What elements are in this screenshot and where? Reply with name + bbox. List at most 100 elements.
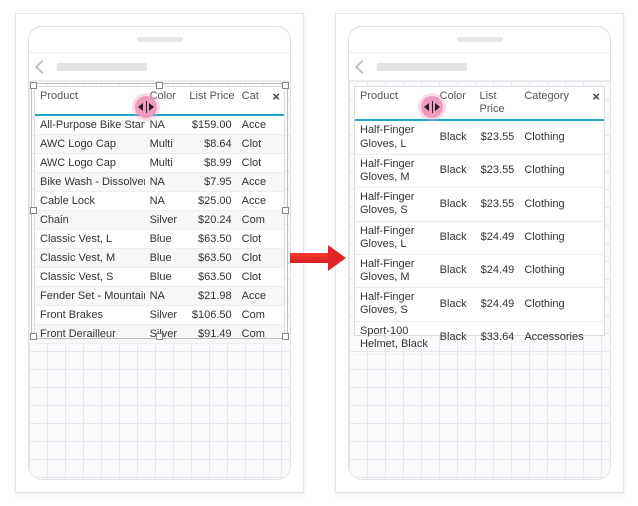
column-resize-icon[interactable] <box>421 96 443 118</box>
cell-product: Bike Wash - Dissolver <box>35 173 145 192</box>
cell-product: Fender Set - Mountain <box>35 287 145 306</box>
cell-price: $25.00 <box>184 192 236 211</box>
table-row[interactable]: Sport-100 Helmet, BlackBlack$33.64Access… <box>355 321 604 354</box>
transition-arrow-icon <box>290 248 348 268</box>
cell-cat: Acce <box>237 173 284 192</box>
cell-price: $8.99 <box>184 154 236 173</box>
back-icon[interactable] <box>355 59 369 73</box>
table-row[interactable]: Half-Finger Gloves, SBlack$24.49Clothing <box>355 288 604 321</box>
cell-cat: Com <box>237 306 284 325</box>
cell-color: Blue <box>145 230 185 249</box>
cell-product: Front Derailleur <box>35 325 145 344</box>
cell-cat: Clot <box>237 249 284 268</box>
col-header-price[interactable]: List Price <box>475 87 520 120</box>
resize-handle[interactable] <box>282 207 289 214</box>
cell-cat: Clothing <box>519 120 604 154</box>
back-icon[interactable] <box>35 59 49 73</box>
speaker-icon <box>457 37 503 42</box>
cell-product: AWC Logo Cap <box>35 135 145 154</box>
phone-frame: × Product Color List Price Category <box>348 26 611 480</box>
cell-color: Silver <box>145 306 185 325</box>
cell-price: $91.49 <box>184 325 236 344</box>
navbar <box>349 53 610 81</box>
cell-cat: Clothing <box>519 288 604 321</box>
design-preview-after: × Product Color List Price Category <box>335 13 624 493</box>
cell-cat: Clot <box>237 135 284 154</box>
cell-price: $23.55 <box>475 120 520 154</box>
resize-handle[interactable] <box>282 333 289 340</box>
cell-price: $63.50 <box>184 230 236 249</box>
col-header-category[interactable]: Category <box>519 87 604 120</box>
cell-cat: Com <box>237 325 284 344</box>
cell-color: Blue <box>145 268 185 287</box>
resize-handle[interactable] <box>30 207 37 214</box>
table-row[interactable]: Half-Finger Gloves, MBlack$24.49Clothing <box>355 254 604 287</box>
cell-color: Black <box>435 321 475 354</box>
cell-product: Half-Finger Gloves, L <box>355 221 435 254</box>
cell-color: NA <box>145 115 185 135</box>
cell-price: $106.50 <box>184 306 236 325</box>
cell-price: $7.95 <box>184 173 236 192</box>
phone-notch-area <box>349 27 610 53</box>
table-row[interactable]: Half-Finger Gloves, SBlack$23.55Clothing <box>355 188 604 221</box>
table-row[interactable]: All-Purpose Bike StandNA$159.00Acce <box>35 115 284 135</box>
col-header-category[interactable]: Cat <box>237 87 284 115</box>
cell-product: Classic Vest, L <box>35 230 145 249</box>
cell-cat: Acce <box>237 115 284 135</box>
cell-color: NA <box>145 173 185 192</box>
table-row[interactable]: ChainSilver$20.24Com <box>35 211 284 230</box>
col-header-price[interactable]: List Price <box>184 87 236 115</box>
cell-price: $23.55 <box>475 188 520 221</box>
table-row[interactable]: Half-Finger Gloves, LBlack$24.49Clothing <box>355 221 604 254</box>
cell-cat: Accessories <box>519 321 604 354</box>
cell-price: $23.55 <box>475 154 520 187</box>
table-row[interactable]: Fender Set - MountainNA$21.98Acce <box>35 287 284 306</box>
table-row[interactable]: Cable LockNA$25.00Acce <box>35 192 284 211</box>
table-row[interactable]: Classic Vest, SBlue$63.50Clot <box>35 268 284 287</box>
resize-handle[interactable] <box>156 333 163 340</box>
cell-color: Multi <box>145 154 185 173</box>
cell-cat: Clothing <box>519 188 604 221</box>
resize-handle[interactable] <box>30 333 37 340</box>
title-placeholder <box>57 63 147 71</box>
table-row[interactable]: Classic Vest, MBlue$63.50Clot <box>35 249 284 268</box>
cell-product: Half-Finger Gloves, S <box>355 188 435 221</box>
table-row[interactable]: Front BrakesSilver$106.50Com <box>35 306 284 325</box>
cell-product: Sport-100 Helmet, Black <box>355 321 435 354</box>
table-row[interactable]: Half-Finger Gloves, LBlack$23.55Clothing <box>355 120 604 154</box>
cell-price: $8.64 <box>184 135 236 154</box>
cell-color: Black <box>435 254 475 287</box>
cell-product: Half-Finger Gloves, L <box>355 120 435 154</box>
cell-product: Half-Finger Gloves, M <box>355 254 435 287</box>
table-row[interactable]: AWC Logo CapMulti$8.64Clot <box>35 135 284 154</box>
cell-product: Classic Vest, M <box>35 249 145 268</box>
design-preview-before: × Product Color List Price Cat Al <box>15 13 304 493</box>
cell-color: Silver <box>145 211 185 230</box>
canvas-grid: × Product Color List Price Cat Al <box>29 81 290 479</box>
cell-color: Black <box>435 188 475 221</box>
table-row[interactable]: Classic Vest, LBlue$63.50Clot <box>35 230 284 249</box>
cell-cat: Clothing <box>519 221 604 254</box>
cell-product: Classic Vest, S <box>35 268 145 287</box>
table-row[interactable]: Half-Finger Gloves, MBlack$23.55Clothing <box>355 154 604 187</box>
cell-product: Chain <box>35 211 145 230</box>
cell-product: Half-Finger Gloves, M <box>355 154 435 187</box>
cell-color: Black <box>435 154 475 187</box>
cell-color: NA <box>145 287 185 306</box>
column-resize-icon[interactable] <box>135 96 157 118</box>
cell-color: Blue <box>145 249 185 268</box>
cell-product: Front Brakes <box>35 306 145 325</box>
table-visual[interactable]: × Product Color List Price Category <box>354 86 605 336</box>
col-header-product[interactable]: Product <box>35 87 145 115</box>
data-table: Product Color List Price Category Half-F… <box>355 87 604 355</box>
table-visual-selected[interactable]: × Product Color List Price Cat Al <box>34 86 285 336</box>
table-row[interactable]: Bike Wash - DissolverNA$7.95Acce <box>35 173 284 192</box>
cell-color: Black <box>435 120 475 154</box>
cell-price: $21.98 <box>184 287 236 306</box>
cell-price: $33.64 <box>475 321 520 354</box>
cell-price: $20.24 <box>184 211 236 230</box>
navbar <box>29 53 290 81</box>
table-row[interactable]: AWC Logo CapMulti$8.99Clot <box>35 154 284 173</box>
cell-color: Black <box>435 288 475 321</box>
cell-price: $63.50 <box>184 268 236 287</box>
